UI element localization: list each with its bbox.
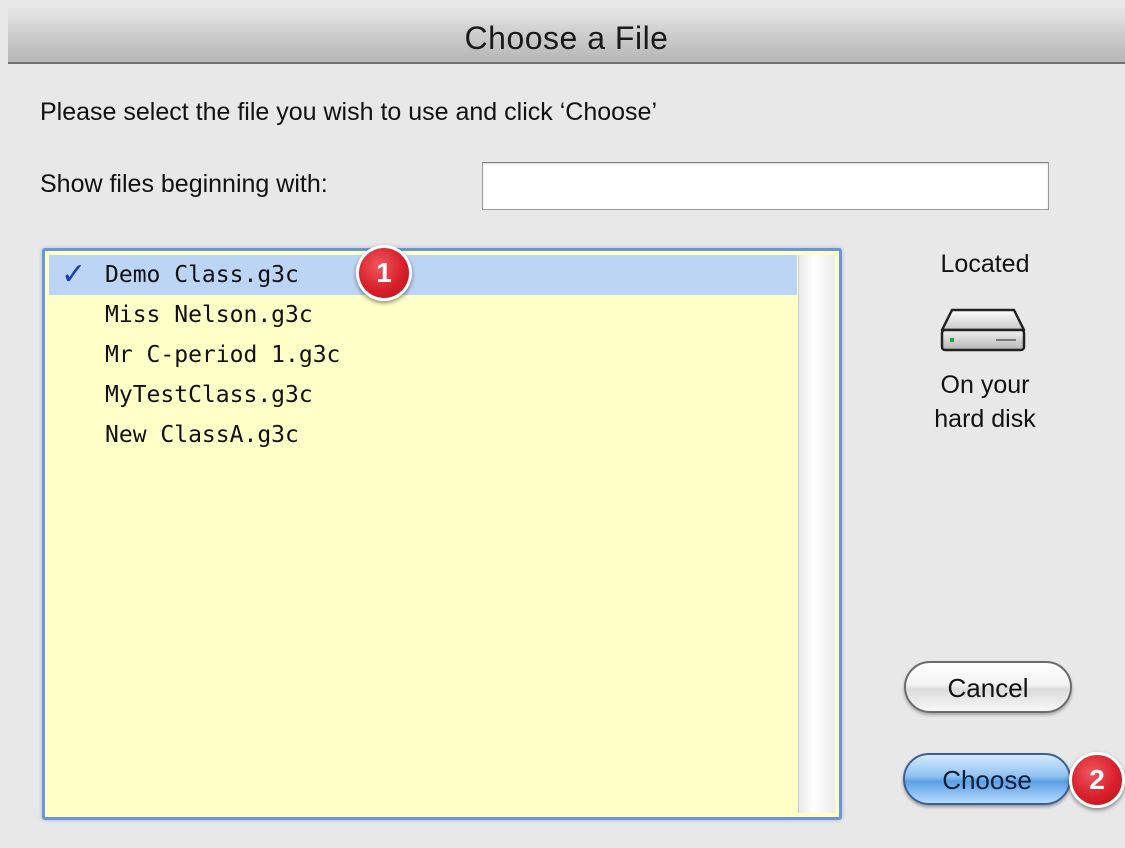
- location-description-line: On your: [940, 371, 1030, 399]
- choose-file-dialog: Choose a File Please select the file you…: [0, 0, 1125, 848]
- choose-button[interactable]: Choose: [903, 753, 1071, 805]
- title-bar[interactable]: Choose a File: [8, 8, 1125, 64]
- file-list[interactable]: ✓ Demo Class.g3c Miss Nelson.g3c Mr C-pe…: [42, 248, 842, 820]
- step-1-badge: 1: [356, 245, 412, 301]
- filter-input[interactable]: [482, 162, 1049, 210]
- checkmark-icon: ✓: [61, 257, 87, 292]
- location-label: Located: [940, 250, 1030, 278]
- file-list-item[interactable]: ✓ Demo Class.g3c: [49, 255, 797, 295]
- file-name: Miss Nelson.g3c: [105, 302, 313, 328]
- cancel-button[interactable]: Cancel: [904, 661, 1072, 713]
- file-list-scrollbar[interactable]: [798, 255, 835, 813]
- file-list-rows: ✓ Demo Class.g3c Miss Nelson.g3c Mr C-pe…: [49, 255, 797, 813]
- filter-label: Show files beginning with:: [40, 170, 328, 198]
- location-description: On your hard disk: [900, 368, 1070, 436]
- file-list-item[interactable]: New ClassA.g3c: [49, 415, 797, 455]
- file-list-item[interactable]: MyTestClass.g3c: [49, 375, 797, 415]
- file-name: Mr C-period 1.g3c: [105, 342, 341, 368]
- location-description-line: hard disk: [934, 405, 1036, 433]
- file-name: MyTestClass.g3c: [105, 382, 313, 408]
- file-name: Demo Class.g3c: [105, 262, 299, 288]
- hard-disk-icon: [940, 308, 1026, 352]
- window-title: Choose a File: [464, 20, 669, 56]
- step-2-badge: 2: [1069, 752, 1125, 808]
- file-list-item[interactable]: Miss Nelson.g3c: [49, 295, 797, 335]
- file-list-item[interactable]: Mr C-period 1.g3c: [49, 335, 797, 375]
- instruction-text: Please select the file you wish to use a…: [40, 98, 657, 126]
- file-name: New ClassA.g3c: [105, 422, 299, 448]
